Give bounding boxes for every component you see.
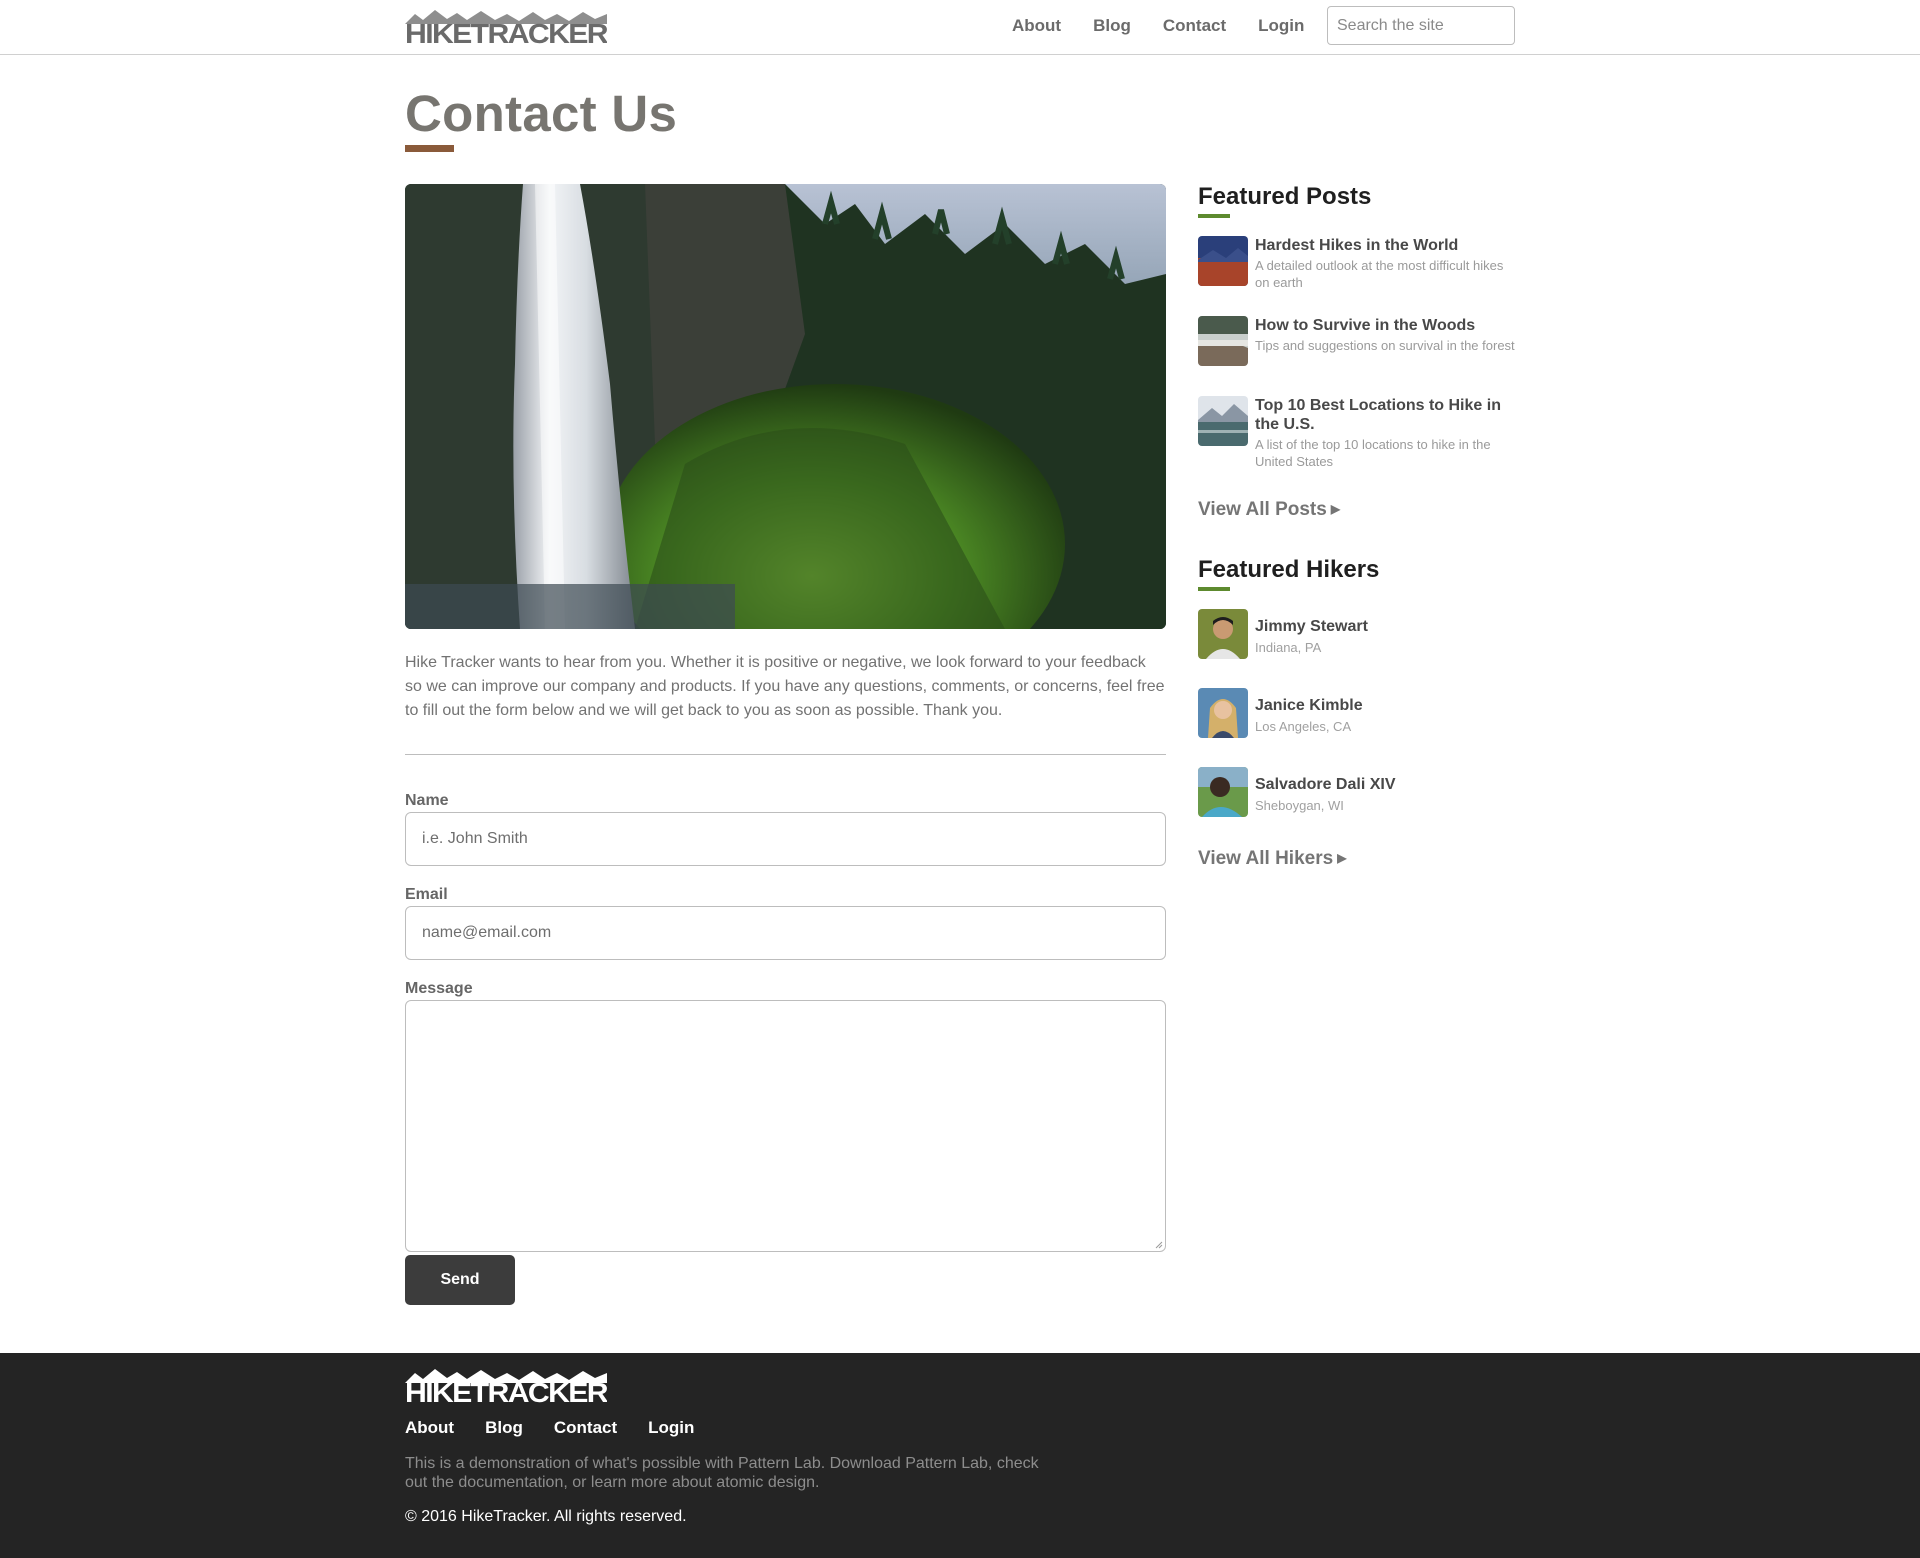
section-divider (405, 754, 1166, 755)
view-all-hikers-label: View All Hikers (1198, 848, 1334, 869)
view-all-posts-link[interactable]: View All Posts ▶ (1198, 499, 1340, 521)
nav-login-link[interactable]: Login (1258, 16, 1304, 36)
svg-text:HIKETRACKER: HIKETRACKER (405, 18, 607, 46)
nav-contact-link[interactable]: Contact (1163, 16, 1226, 36)
main-nav: About Blog Contact Login (1012, 16, 1336, 36)
nav-blog-link[interactable]: Blog (1093, 16, 1131, 36)
hiker-name[interactable]: Jimmy Stewart (1255, 617, 1518, 636)
hiker-location: Sheboygan, WI (1255, 798, 1344, 813)
intro-text: Hike Tracker wants to hear from you. Whe… (405, 654, 1165, 719)
message-textarea[interactable] (405, 1000, 1166, 1252)
footer-blog-link[interactable]: Blog (485, 1418, 523, 1438)
site-header: HIKETRACKER About Blog Contact Login (0, 0, 1920, 55)
footer-nav: About Blog Contact Login (405, 1418, 725, 1438)
footer-login-link[interactable]: Login (648, 1418, 694, 1438)
hiketracker-logo[interactable]: HIKETRACKER (405, 8, 607, 46)
hiker-avatar (1198, 609, 1248, 659)
email-label: Email (405, 886, 448, 903)
hiker-name[interactable]: Janice Kimble (1255, 696, 1518, 715)
featured-posts-heading: Featured Posts (1198, 183, 1372, 210)
hiker-name[interactable]: Salvadore Dali XIV (1255, 775, 1518, 794)
right-triangle-icon: ▶ (1337, 851, 1347, 865)
name-label: Name (405, 792, 449, 809)
post-thumbnail (1198, 236, 1248, 286)
site-footer: HIKETRACKER About Blog Contact Login Thi… (0, 1353, 1920, 1558)
hiker-avatar (1198, 688, 1248, 738)
right-triangle-icon: ▶ (1330, 502, 1341, 516)
title-underline (405, 145, 454, 152)
featured-hikers-heading: Featured Hikers (1198, 556, 1380, 583)
post-description: A list of the top 10 locations to hike i… (1255, 437, 1491, 469)
page-title: Contact Us (405, 85, 678, 142)
nav-about-link[interactable]: About (1012, 16, 1061, 36)
hiketracker-logo[interactable]: HIKETRACKER (405, 1367, 607, 1405)
footer-about-link[interactable]: About (405, 1418, 454, 1438)
post-title[interactable]: Top 10 Best Locations to Hike in the U.S… (1255, 396, 1518, 434)
email-input[interactable] (405, 906, 1166, 960)
hiker-avatar (1198, 767, 1248, 817)
search-input[interactable] (1327, 6, 1515, 45)
post-title[interactable]: How to Survive in the Woods (1255, 316, 1518, 335)
message-label: Message (405, 980, 473, 997)
footer-description: This is a demonstration of what's possib… (405, 1455, 1039, 1491)
name-input[interactable] (405, 812, 1166, 866)
post-thumbnail (1198, 396, 1248, 446)
waterfall-hero-image (405, 184, 1166, 629)
post-thumbnail (1198, 316, 1248, 366)
post-description: Tips and suggestions on survival in the … (1255, 338, 1515, 353)
footer-contact-link[interactable]: Contact (554, 1418, 617, 1438)
featured-posts-underline (1198, 214, 1230, 218)
view-all-posts-label: View All Posts (1198, 499, 1327, 520)
post-description: A detailed outlook at the most difficult… (1255, 258, 1504, 290)
hiker-location: Los Angeles, CA (1255, 719, 1352, 734)
copyright-text: © 2016 HikeTracker. All rights reserved. (405, 1508, 687, 1525)
hiker-location: Indiana, PA (1255, 640, 1322, 655)
svg-text:HIKETRACKER: HIKETRACKER (405, 1377, 607, 1405)
resize-grip-icon[interactable] (1153, 1239, 1163, 1249)
send-button[interactable]: Send (405, 1255, 515, 1305)
featured-hikers-underline (1198, 587, 1230, 591)
view-all-hikers-link[interactable]: View All Hikers ▶ (1198, 848, 1346, 870)
post-title[interactable]: Hardest Hikes in the World (1255, 236, 1518, 255)
